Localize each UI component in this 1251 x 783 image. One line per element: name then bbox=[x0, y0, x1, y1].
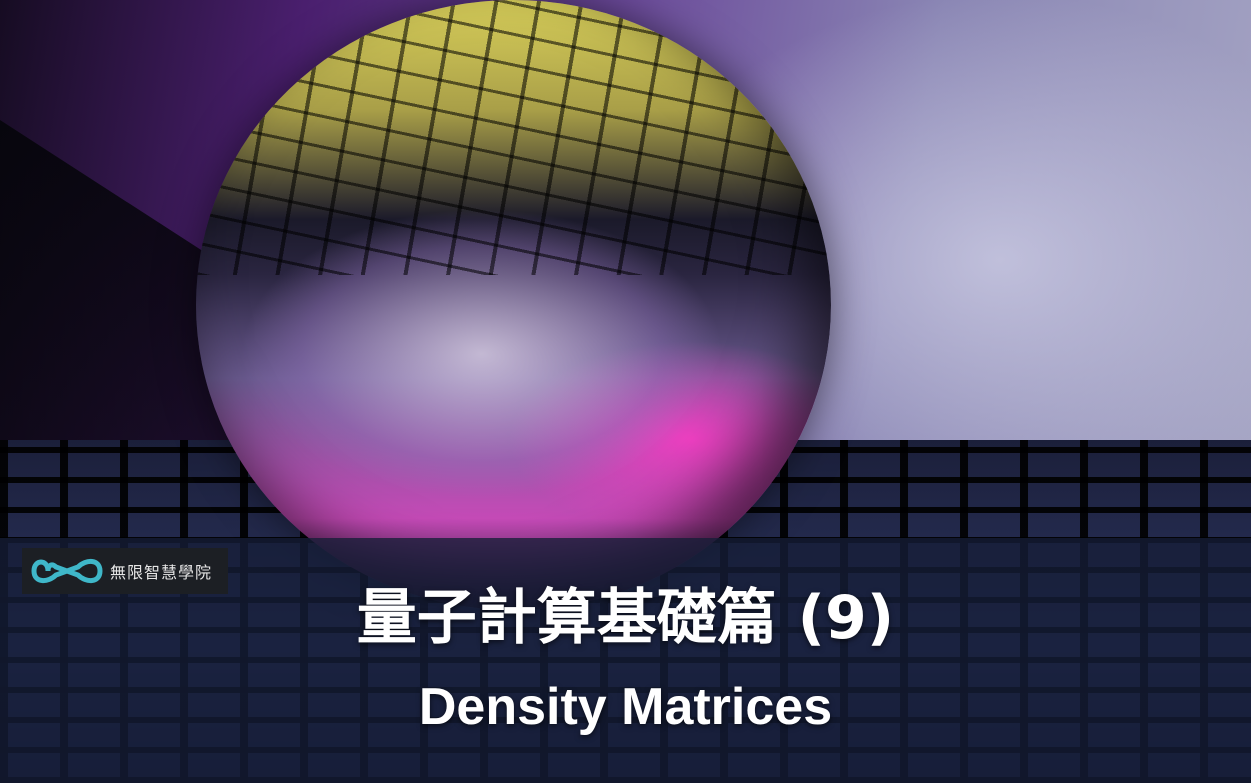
title-chinese: 量子計算基礎篇 (9) bbox=[356, 583, 895, 653]
crystal-ball-reflection bbox=[196, 0, 831, 275]
crystal-ball bbox=[196, 0, 831, 610]
title-english: Density Matrices bbox=[418, 678, 833, 736]
